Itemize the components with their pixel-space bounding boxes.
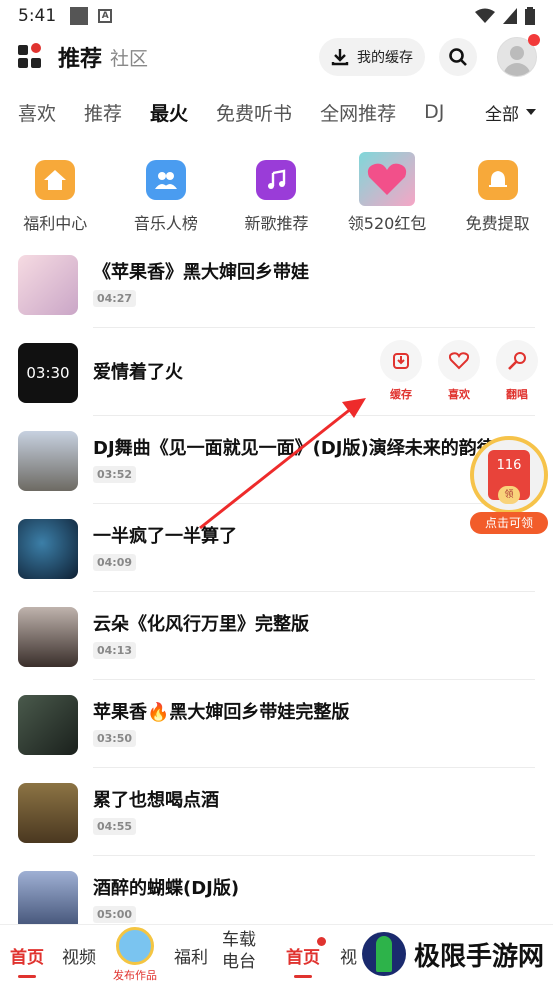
cache-action-button[interactable]: 缓存 xyxy=(379,340,423,402)
claim-button[interactable]: 点击可领 xyxy=(470,512,548,534)
song-title: 云朵《化风行万里》完整版 xyxy=(93,614,309,635)
song-title: 酒醉的蝴蝶(DJ版) xyxy=(93,878,240,899)
heart-icon xyxy=(449,352,469,370)
song-duration: 03:52 xyxy=(93,466,137,483)
song-cover xyxy=(18,783,78,843)
qixi-banner-icon xyxy=(359,152,416,206)
song-cover: 03:30 xyxy=(18,343,78,403)
all-categories-button[interactable]: 全部 xyxy=(471,90,553,134)
tab-dj[interactable]: DJ xyxy=(424,101,444,123)
my-cache-label: 我的缓存 xyxy=(357,50,413,66)
song-row[interactable]: 《苹果香》黑大婶回乡带娃 04:27 xyxy=(0,240,553,328)
red-envelope-widget[interactable]: 116 领 点击可领 xyxy=(470,436,548,534)
like-action-label: 喜欢 xyxy=(448,388,470,401)
notification-dot xyxy=(317,937,326,946)
song-row[interactable]: 云朵《化风行万里》完整版 04:13 xyxy=(0,592,553,680)
quick-label: 领520红包 xyxy=(347,214,427,233)
nav-video-duplicate[interactable]: 视 xyxy=(340,943,357,968)
song-duration: 04:13 xyxy=(93,642,137,659)
tab-hottest[interactable]: 最火 xyxy=(150,99,188,134)
song-duration: 04:09 xyxy=(93,554,137,571)
caret-down-icon xyxy=(526,109,536,115)
nav-welfare[interactable]: 福利 xyxy=(174,943,208,968)
house-icon xyxy=(35,160,76,200)
quick-welfare-center[interactable]: 福利中心 xyxy=(0,150,111,240)
quick-red-packet-520[interactable]: 领520红包 xyxy=(332,150,443,240)
song-title: 一半疯了一半算了 xyxy=(93,526,237,547)
quick-label: 福利中心 xyxy=(23,214,88,233)
search-icon xyxy=(449,48,467,66)
app-logo-icon xyxy=(16,43,44,71)
cover-song-action-label: 翻唱 xyxy=(506,388,528,401)
top-header: 推荐 社区 我的缓存 xyxy=(0,34,553,80)
wifi-icon xyxy=(475,8,495,23)
app-badge-icon: A xyxy=(98,9,113,23)
envelope-coin: 领 xyxy=(498,486,520,504)
nav-car-radio[interactable]: 车载电台 xyxy=(222,929,262,973)
quick-label: 新歌推荐 xyxy=(244,214,309,233)
song-title: 累了也想喝点酒 xyxy=(93,790,219,811)
all-categories-label: 全部 xyxy=(485,104,519,125)
status-bar: 5:41 A xyxy=(0,0,553,32)
tab-like[interactable]: 喜欢 xyxy=(18,99,56,126)
song-row[interactable]: 累了也想喝点酒 04:55 xyxy=(0,768,553,856)
song-row[interactable]: 苹果香🔥黑大婶回乡带娃完整版 03:50 xyxy=(0,680,553,768)
watermark-logo-icon xyxy=(362,932,406,976)
status-time: 5:41 xyxy=(18,6,57,26)
bell-icon xyxy=(477,160,518,200)
song-cover xyxy=(18,695,78,755)
signal-icon xyxy=(503,8,517,24)
quick-entries: 福利中心 音乐人榜 新歌推荐 领520红包 免费提取 xyxy=(0,150,553,240)
song-actions: 缓存 喜欢 翻唱 xyxy=(379,340,539,402)
cover-text: 03:30 xyxy=(26,364,70,382)
cover-song-action-button[interactable]: 翻唱 xyxy=(495,340,539,402)
quick-new-songs[interactable]: 新歌推荐 xyxy=(221,150,332,240)
tab-audiobook[interactable]: 免费听书 xyxy=(216,99,292,126)
song-cover xyxy=(18,431,78,491)
nav-video[interactable]: 视频 xyxy=(62,943,96,968)
cache-action-label: 缓存 xyxy=(390,388,412,401)
quick-musician-chart[interactable]: 音乐人榜 xyxy=(111,150,222,240)
like-action-button[interactable]: 喜欢 xyxy=(437,340,481,402)
tab-recommend[interactable]: 推荐 xyxy=(84,99,122,126)
users-icon xyxy=(145,160,186,200)
music-note-icon xyxy=(256,160,297,200)
watermark-text: 极限手游网 xyxy=(414,941,545,972)
song-cover xyxy=(18,519,78,579)
song-duration: 04:55 xyxy=(93,818,137,835)
site-watermark: 极限手游网 xyxy=(362,932,544,976)
download-icon xyxy=(393,353,409,369)
my-cache-button[interactable]: 我的缓存 xyxy=(319,38,425,76)
nav-home[interactable]: 首页 xyxy=(10,943,44,978)
envelope-amount: 116 xyxy=(496,458,522,473)
song-cover xyxy=(18,255,78,315)
song-duration: 04:27 xyxy=(93,290,137,307)
search-button[interactable] xyxy=(439,38,477,76)
quick-label: 音乐人榜 xyxy=(133,214,198,233)
song-cover xyxy=(18,871,78,931)
nav-publish[interactable]: 发布作品 xyxy=(113,927,157,983)
song-cover xyxy=(18,607,78,667)
quick-free-extract[interactable]: 免费提取 xyxy=(442,150,553,240)
microphone-icon xyxy=(508,352,526,370)
battery-icon xyxy=(525,7,535,25)
publish-label: 发布作品 xyxy=(113,969,157,982)
song-title: 《苹果香》黑大婶回乡带娃 xyxy=(93,262,309,283)
download-icon xyxy=(331,49,349,66)
community-tab[interactable]: 社区 xyxy=(110,44,148,71)
song-duration: 05:00 xyxy=(93,906,137,923)
nav-home-duplicate[interactable]: 首页 xyxy=(286,943,320,978)
page-title[interactable]: 推荐 xyxy=(58,41,102,73)
song-row[interactable]: 03:30 爱情着了火 缓存 喜欢 翻唱 xyxy=(0,328,553,416)
notification-dot xyxy=(528,34,540,46)
song-title: 苹果香🔥黑大婶回乡带娃完整版 xyxy=(93,702,350,723)
quick-label: 免费提取 xyxy=(465,214,530,233)
notification-icon xyxy=(70,7,89,25)
song-duration: 03:50 xyxy=(93,730,137,747)
publish-icon xyxy=(116,927,154,965)
song-title: 爱情着了火 xyxy=(93,362,183,383)
tab-network-recommend[interactable]: 全网推荐 xyxy=(320,99,396,126)
song-title: DJ舞曲《见一面就见一面》(DJ版)演绎未来的韵律 xyxy=(93,438,495,459)
status-icons xyxy=(475,7,535,25)
